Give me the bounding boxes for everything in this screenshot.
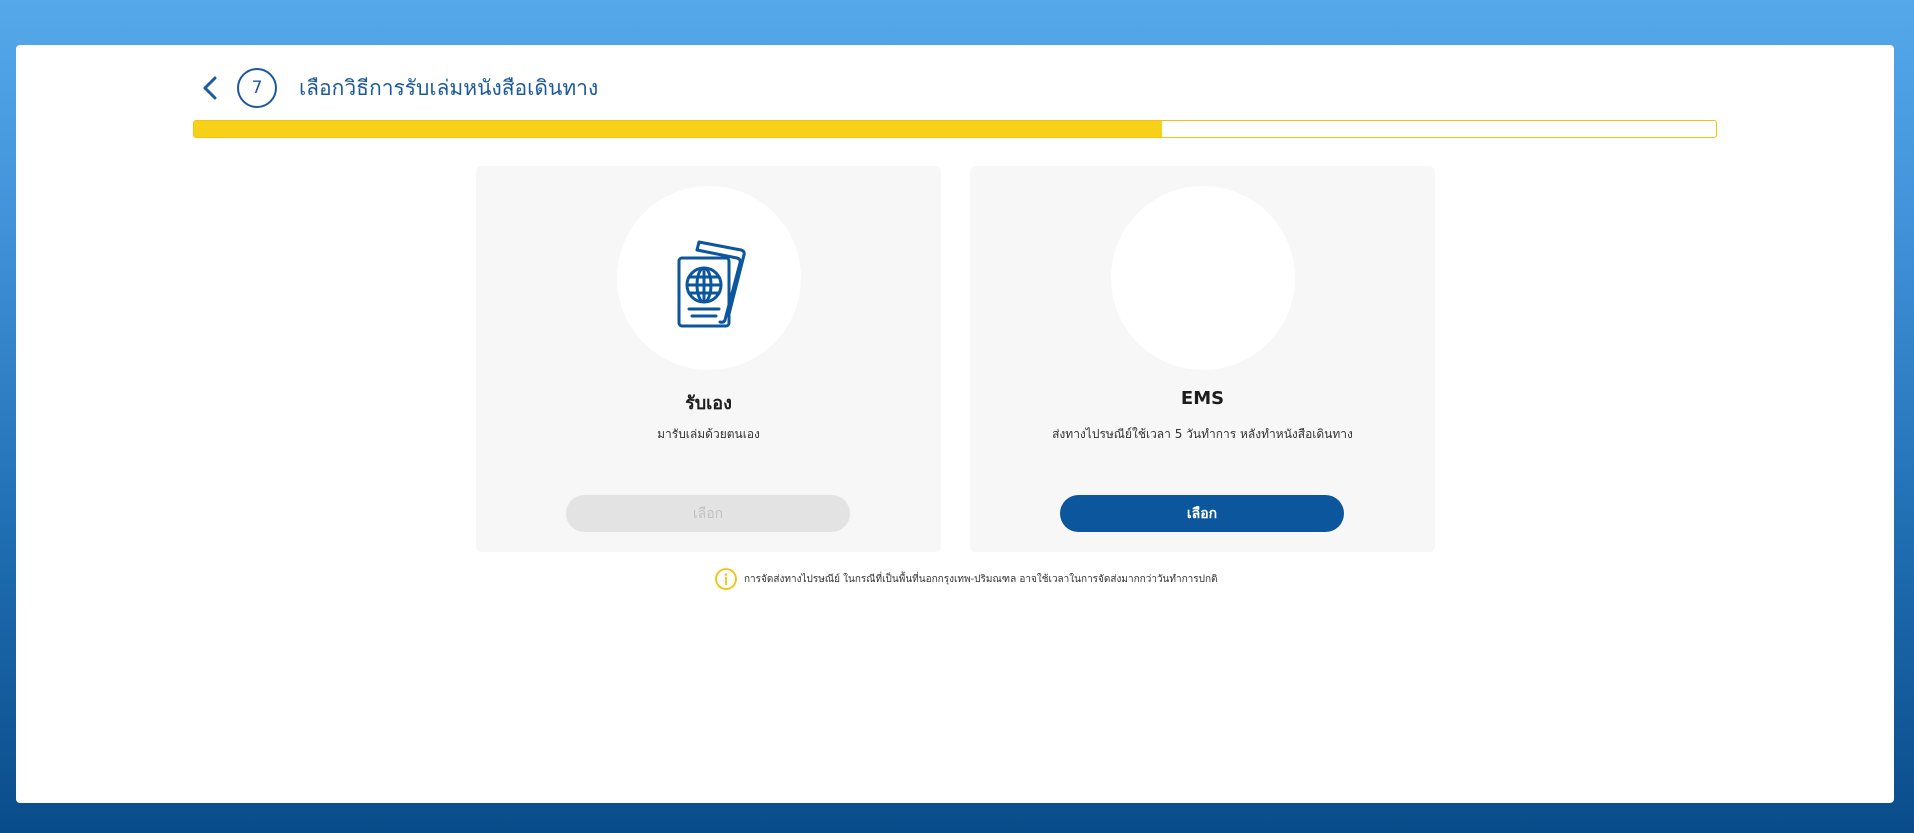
page-title: เลือกวิธีการรับเล่มหนังสือเดินทาง (299, 75, 599, 100)
option-description: ส่งทางไปรษณีย์ใช้เวลา 5 วันทำการ หลังทำห… (1052, 427, 1353, 441)
option-card-ems: EMS ส่งทางไปรษณีย์ใช้เวลา 5 วันทำการ หลั… (970, 166, 1435, 552)
option-icon-circle (617, 186, 801, 370)
delivery-note: การจัดส่งทางไปรษณีย์ ในกรณีที่เป็นพื้นที… (714, 567, 1218, 591)
passport-icon (677, 240, 746, 328)
option-title: รับเอง (685, 393, 732, 414)
step-indicator: 7 (237, 68, 277, 108)
option-description: มารับเล่มด้วยตนเอง (657, 427, 760, 441)
progress-bar-fill (194, 121, 1162, 137)
select-ems-button[interactable]: เลือก (1060, 495, 1344, 532)
option-icon-circle (1111, 186, 1295, 370)
chevron-left-icon (203, 76, 217, 100)
select-self-pickup-button[interactable]: เลือก (566, 495, 850, 532)
info-icon (714, 567, 738, 591)
main-panel: 7 เลือกวิธีการรับเล่มหนังสือเดินทาง รับเ… (16, 45, 1894, 803)
back-button[interactable] (195, 68, 225, 108)
option-title: EMS (1180, 388, 1225, 409)
page-header: 7 เลือกวิธีการรับเล่มหนังสือเดินทาง (193, 68, 598, 108)
note-text: การจัดส่งทางไปรษณีย์ ในกรณีที่เป็นพื้นที… (744, 573, 1218, 585)
progress-bar (193, 120, 1717, 138)
option-card-self-pickup: รับเอง มารับเล่มด้วยตนเอง เลือก (476, 166, 941, 552)
step-number: 7 (251, 78, 263, 98)
